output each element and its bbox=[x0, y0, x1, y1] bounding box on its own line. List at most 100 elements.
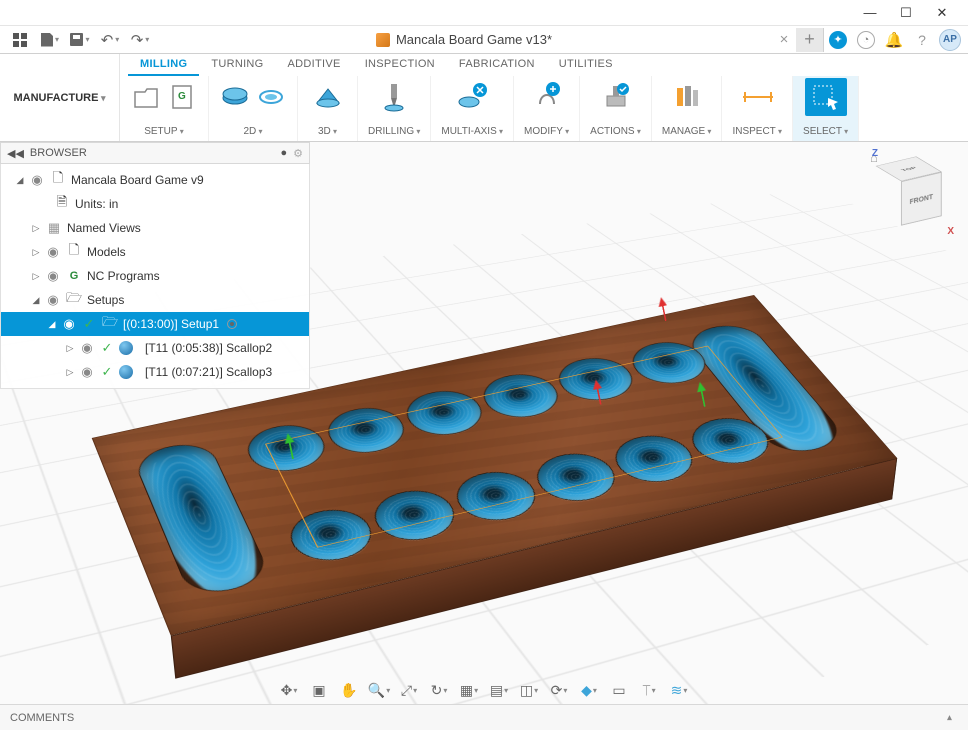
browser-settings-icon[interactable]: ⚙ bbox=[293, 147, 303, 160]
tree-root[interactable]: ◢◉ 🗋 Mancala Board Game v9 bbox=[1, 168, 309, 192]
group-drilling-label: DRILLING bbox=[368, 126, 420, 137]
fusion-icon bbox=[376, 33, 390, 47]
group-2d[interactable]: 2D bbox=[209, 76, 298, 141]
tab-turning[interactable]: TURNING bbox=[199, 54, 275, 76]
tree-nc-programs[interactable]: ▷◉ G NC Programs bbox=[1, 264, 309, 288]
svg-text:G: G bbox=[178, 91, 186, 102]
tree-units[interactable]: 🗎 Units: in bbox=[1, 192, 309, 216]
2d-icon-1 bbox=[219, 81, 251, 113]
quick-access-toolbar: ↶ ↷ Mancala Board Game v13* × + ✦ ◔ 🔔 ? … bbox=[0, 26, 968, 54]
tool-button[interactable]: ⟙ bbox=[636, 679, 662, 701]
data-panel-button[interactable] bbox=[6, 28, 34, 52]
axis-x-label: X bbox=[947, 226, 954, 237]
2d-icon-2 bbox=[255, 81, 287, 113]
viewport-button[interactable]: ⟳ bbox=[546, 679, 572, 701]
tree-setup1[interactable]: ◢◉ ✓ 🗁 [(0:13:00)] Setup1 bbox=[1, 312, 309, 336]
free-orbit-button[interactable]: ↻ bbox=[426, 679, 452, 701]
window-maximize-button[interactable]: ☐ bbox=[888, 0, 924, 26]
pan-button[interactable]: ✋ bbox=[336, 679, 362, 701]
snap-button[interactable]: ◫ bbox=[516, 679, 542, 701]
group-select-label: SELECT bbox=[803, 126, 848, 137]
tab-close-button[interactable]: × bbox=[772, 31, 796, 48]
viewcube[interactable]: ⌂ Z X TOP FRONT RIGHT bbox=[866, 148, 956, 238]
file-menu-button[interactable] bbox=[36, 28, 64, 52]
look-at-button[interactable]: ▣ bbox=[306, 679, 332, 701]
chevron-up-icon: ▾ bbox=[947, 712, 952, 723]
fit-button[interactable]: ⤢ bbox=[396, 679, 422, 701]
user-avatar[interactable]: AP bbox=[936, 28, 964, 52]
workspace-switcher[interactable]: MANUFACTURE bbox=[0, 54, 120, 141]
grid-settings-button[interactable]: ▤ bbox=[486, 679, 512, 701]
zoom-button[interactable]: 🔍 bbox=[366, 679, 392, 701]
group-drilling[interactable]: DRILLING bbox=[358, 76, 431, 141]
group-multiaxis-label: MULTI-AXIS bbox=[441, 126, 503, 137]
check-icon: ✓ bbox=[99, 340, 115, 356]
group-actions[interactable]: ACTIONS bbox=[580, 76, 652, 141]
group-3d[interactable]: 3D bbox=[298, 76, 358, 141]
job-status-button[interactable]: ◔ bbox=[852, 28, 880, 52]
tree-setups[interactable]: ◢◉ 🗁 Setups bbox=[1, 288, 309, 312]
group-actions-label: ACTIONS bbox=[590, 126, 641, 137]
orbit-button[interactable]: ✥ bbox=[276, 679, 302, 701]
browser-header[interactable]: ◀◀ BROWSER ● ⚙ bbox=[0, 142, 310, 164]
workspace-label: MANUFACTURE bbox=[8, 88, 112, 108]
window-close-button[interactable]: ✕ bbox=[924, 0, 960, 26]
operation-icon bbox=[119, 341, 133, 355]
check-icon: ✓ bbox=[99, 364, 115, 380]
viewcube-front[interactable]: FRONT bbox=[901, 172, 942, 226]
extensions-button[interactable]: ✦ bbox=[824, 28, 852, 52]
gcode-icon: G bbox=[65, 270, 83, 282]
group-manage-label: MANAGE bbox=[662, 126, 712, 137]
notifications-button[interactable]: 🔔 bbox=[880, 28, 908, 52]
modify-icon bbox=[531, 81, 563, 113]
undo-button[interactable]: ↶ bbox=[96, 28, 124, 52]
manage-icon bbox=[671, 81, 703, 113]
tab-utilities[interactable]: UTILITIES bbox=[547, 54, 625, 76]
visual-style-button[interactable]: ◆ bbox=[576, 679, 602, 701]
group-inspect-label: INSPECT bbox=[732, 126, 782, 137]
section-button[interactable]: ▭ bbox=[606, 679, 632, 701]
comments-label: COMMENTS bbox=[10, 712, 74, 724]
group-modify[interactable]: MODIFY bbox=[514, 76, 580, 141]
folder-open-icon: 🗁 bbox=[101, 313, 119, 335]
active-setup-indicator bbox=[227, 319, 237, 329]
toolpath-button[interactable]: ≋ bbox=[666, 679, 692, 701]
group-3d-label: 3D bbox=[318, 126, 337, 137]
tree-named-views[interactable]: ▷ ▦ Named Views bbox=[1, 216, 309, 240]
collapse-icon[interactable]: ◀◀ bbox=[7, 147, 24, 160]
comments-bar[interactable]: COMMENTS ▾ bbox=[0, 704, 968, 730]
setup-gcode-icon: G bbox=[166, 81, 198, 113]
display-settings-button[interactable]: ▦ bbox=[456, 679, 482, 701]
group-inspect[interactable]: INSPECT bbox=[722, 76, 793, 141]
help-button[interactable]: ? bbox=[908, 28, 936, 52]
models-icon: 🗋 bbox=[65, 241, 83, 263]
operation-icon bbox=[119, 365, 133, 379]
group-setup[interactable]: G SETUP bbox=[120, 76, 209, 141]
group-multiaxis[interactable]: MULTI-AXIS bbox=[431, 76, 514, 141]
tab-additive[interactable]: ADDITIVE bbox=[276, 54, 353, 76]
group-manage[interactable]: MANAGE bbox=[652, 76, 723, 141]
group-2d-label: 2D bbox=[243, 126, 262, 137]
folder-icon: ▦ bbox=[45, 220, 63, 236]
group-modify-label: MODIFY bbox=[524, 126, 569, 137]
tree-scallop3[interactable]: ▷◉ ✓ [T11 (0:07:21)] Scallop3 bbox=[1, 360, 309, 384]
tab-milling[interactable]: MILLING bbox=[128, 54, 199, 76]
document-title: Mancala Board Game v13* bbox=[396, 32, 552, 47]
tab-inspection[interactable]: INSPECTION bbox=[353, 54, 447, 76]
navigation-toolbar: ✥ ▣ ✋ 🔍 ⤢ ↻ ▦ ▤ ◫ ⟳ ◆ ▭ ⟙ ≋ bbox=[0, 676, 968, 704]
3d-icon bbox=[312, 81, 344, 113]
document-tab[interactable]: Mancala Board Game v13* bbox=[160, 32, 768, 47]
group-select[interactable]: SELECT bbox=[793, 76, 859, 141]
select-icon bbox=[805, 78, 847, 116]
tree-scallop2[interactable]: ▷◉ ✓ [T11 (0:05:38)] Scallop2 bbox=[1, 336, 309, 360]
tree-models[interactable]: ▷◉ 🗋 Models bbox=[1, 240, 309, 264]
new-tab-button[interactable]: + bbox=[796, 28, 824, 52]
multiaxis-icon bbox=[456, 81, 488, 113]
save-button[interactable] bbox=[66, 28, 94, 52]
redo-button[interactable]: ↷ bbox=[126, 28, 154, 52]
check-icon: ✓ bbox=[81, 316, 97, 332]
window-minimize-button[interactable]: — bbox=[852, 0, 888, 26]
ribbon-tab-strip: MILLING TURNING ADDITIVE INSPECTION FABR… bbox=[128, 54, 625, 76]
browser-dot-icon[interactable]: ● bbox=[280, 147, 287, 159]
tab-fabrication[interactable]: FABRICATION bbox=[447, 54, 547, 76]
